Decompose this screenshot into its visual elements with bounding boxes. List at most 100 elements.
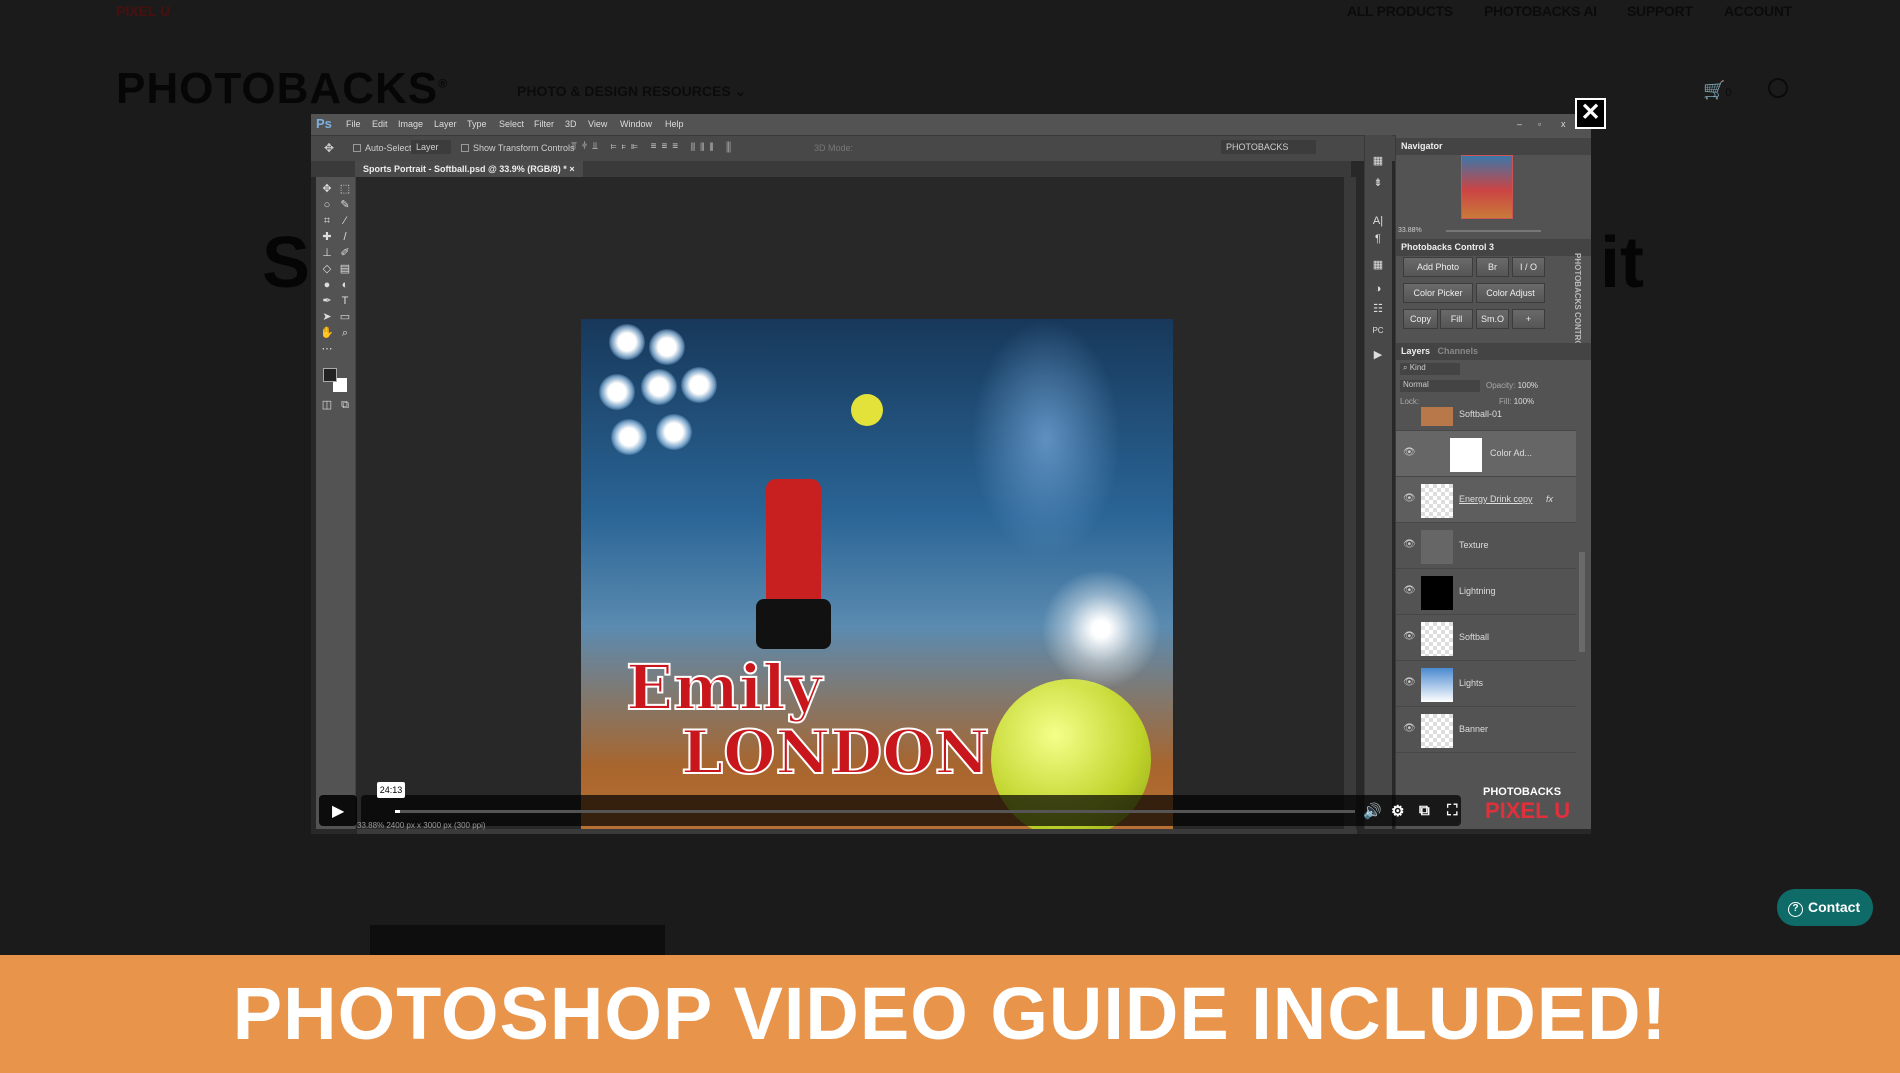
eye-icon[interactable]: 👁	[1403, 585, 1416, 596]
shape-tool-icon[interactable]: ▭	[338, 311, 352, 323]
character-panel-icon[interactable]: A|	[1371, 215, 1385, 227]
paragraph-panel-icon[interactable]: ¶	[1371, 233, 1385, 245]
lasso-tool-icon[interactable]: ○	[320, 199, 334, 211]
cart-button[interactable]: 🛒0	[1703, 80, 1732, 101]
menu-help[interactable]: Help	[665, 119, 684, 129]
layer-row[interactable]: Softball-01	[1396, 407, 1576, 431]
history-panel-icon[interactable]: ▦	[1371, 155, 1385, 167]
add-photo-button[interactable]: Add Photo	[1403, 257, 1473, 277]
doc-tab-close-icon[interactable]: ×	[569, 164, 574, 174]
eye-icon[interactable]: 👁	[1403, 447, 1416, 458]
menu-window[interactable]: Window	[620, 119, 652, 129]
blend-mode-dropdown[interactable]: Normal	[1400, 380, 1480, 392]
layer-filter-dropdown[interactable]: ⌕ Kind	[1400, 363, 1460, 375]
move-tool-icon[interactable]: ✥	[324, 141, 334, 155]
path-select-icon[interactable]: ➤	[320, 311, 334, 323]
auto-select-dropdown[interactable]: Layer	[411, 140, 451, 154]
stamp-tool-icon[interactable]: ⊥	[320, 247, 334, 259]
layer-row[interactable]: 👁Color Ad...	[1396, 431, 1576, 477]
eyedropper-icon[interactable]: ⁄	[338, 215, 352, 227]
crop-tool-icon[interactable]: ⌗	[320, 215, 334, 227]
menu-3d[interactable]: 3D	[565, 119, 577, 129]
layer-row[interactable]: 👁Softball	[1396, 615, 1576, 661]
healing-brush-icon[interactable]: ✚	[320, 231, 334, 243]
color-adjust-button[interactable]: Color Adjust	[1476, 283, 1545, 303]
minimize-icon[interactable]: –	[1517, 119, 1522, 129]
eye-icon[interactable]: 👁	[1403, 677, 1416, 688]
pixel-u-link[interactable]: PIXEL U	[116, 3, 170, 19]
layer-row[interactable]: 👁Banner	[1396, 707, 1576, 753]
menu-layer[interactable]: Layer	[434, 119, 457, 129]
io-button[interactable]: I / O	[1512, 257, 1545, 277]
fill-button[interactable]: Fill	[1440, 309, 1473, 329]
plus-button[interactable]: +	[1512, 309, 1545, 329]
menu-file[interactable]: File	[346, 119, 361, 129]
pip-icon[interactable]: ⧉	[1419, 802, 1430, 819]
foreground-color-swatch[interactable]	[323, 368, 337, 382]
layer-row[interactable]: 👁Lightning	[1396, 569, 1576, 615]
search-icon[interactable]	[1768, 78, 1788, 98]
pc-panel-icon[interactable]: PC	[1371, 325, 1385, 337]
bridge-button[interactable]: Br	[1476, 257, 1509, 277]
opacity-value[interactable]: 100%	[1518, 381, 1538, 390]
volume-icon[interactable]: 🔊	[1363, 802, 1382, 820]
history-brush-icon[interactable]: ✐	[338, 247, 352, 259]
contact-button[interactable]: ?Contact	[1777, 889, 1873, 926]
swatches-panel-icon[interactable]: ▦	[1371, 259, 1385, 271]
zoom-tool-icon[interactable]: ⌕	[338, 327, 352, 339]
screen-mode-icon[interactable]: ⧉	[338, 399, 352, 411]
eye-icon[interactable]: 👁	[1403, 539, 1416, 550]
show-transform-checkbox[interactable]	[461, 144, 469, 152]
nav-photobacks-ai[interactable]: PHOTOBACKS AI	[1484, 3, 1597, 19]
layer-row[interactable]: 👁Energy Drink copyfx	[1396, 477, 1576, 523]
eye-icon[interactable]: 👁	[1403, 493, 1416, 504]
navigator-zoom[interactable]: 33.88%	[1398, 227, 1422, 234]
fx-icon[interactable]: fx	[1546, 494, 1553, 504]
menu-select[interactable]: Select	[499, 119, 524, 129]
menu-view[interactable]: View	[588, 119, 607, 129]
fill-value[interactable]: 100%	[1514, 397, 1534, 406]
type-tool-icon[interactable]: T	[338, 295, 352, 307]
document-tab[interactable]: Sports Portrait - Softball.psd @ 33.9% (…	[355, 161, 583, 177]
workspace-dropdown[interactable]: PHOTOBACKS	[1221, 140, 1316, 154]
gradient-icon[interactable]: ▤	[338, 263, 352, 275]
layer-row[interactable]: 👁Lights	[1396, 661, 1576, 707]
play-button[interactable]: ▶	[319, 795, 357, 826]
fullscreen-icon[interactable]: ⛶	[1447, 802, 1458, 819]
menu-filter[interactable]: Filter	[534, 119, 554, 129]
more-tools-icon[interactable]: ⋯	[320, 343, 334, 355]
progress-track[interactable]	[395, 810, 1355, 813]
canvas-scrollbar[interactable]	[1344, 177, 1356, 829]
quick-select-icon[interactable]: ✎	[338, 199, 352, 211]
navigator-thumbnail[interactable]	[1461, 155, 1513, 219]
menu-edit[interactable]: Edit	[372, 119, 388, 129]
quick-mask-icon[interactable]: ◫	[320, 399, 334, 411]
eraser-icon[interactable]: ◇	[320, 263, 334, 275]
maximize-icon[interactable]: ▫	[1538, 119, 1541, 129]
layer-row[interactable]: 👁Texture	[1396, 523, 1576, 569]
copy-button[interactable]: Copy	[1403, 309, 1438, 329]
close-modal-button[interactable]: ✕	[1575, 98, 1606, 129]
marquee-tool-icon[interactable]: ⬚	[338, 183, 352, 195]
pen-tool-icon[interactable]: ✒	[320, 295, 334, 307]
tab-layers[interactable]: Layers	[1401, 346, 1430, 356]
smart-object-button[interactable]: Sm.O	[1476, 309, 1509, 329]
site-logo[interactable]: PHOTOBACKS®	[116, 64, 448, 114]
tab-channels[interactable]: Channels	[1438, 346, 1479, 356]
dodge-tool-icon[interactable]: ◐	[338, 279, 352, 291]
menu-image[interactable]: Image	[398, 119, 423, 129]
adjustments-panel-icon[interactable]: ◑	[1371, 283, 1385, 295]
nav-account[interactable]: ACCOUNT	[1724, 3, 1792, 19]
nav-support[interactable]: SUPPORT	[1627, 3, 1693, 19]
eye-icon[interactable]: 👁	[1403, 631, 1416, 642]
eye-icon[interactable]: 👁	[1403, 723, 1416, 734]
brush-tool-icon[interactable]: /	[338, 231, 352, 243]
auto-select-checkbox[interactable]	[353, 144, 361, 152]
navigator-zoom-slider[interactable]	[1446, 230, 1541, 232]
settings-gear-icon[interactable]: ⚙	[1391, 802, 1404, 820]
window-close-icon[interactable]: x	[1561, 119, 1566, 129]
blur-tool-icon[interactable]: ●	[320, 279, 334, 291]
nav-all-products[interactable]: ALL PRODUCTS	[1347, 3, 1453, 19]
properties-panel-icon[interactable]: ☷	[1371, 303, 1385, 315]
color-picker-button[interactable]: Color Picker	[1403, 283, 1473, 303]
